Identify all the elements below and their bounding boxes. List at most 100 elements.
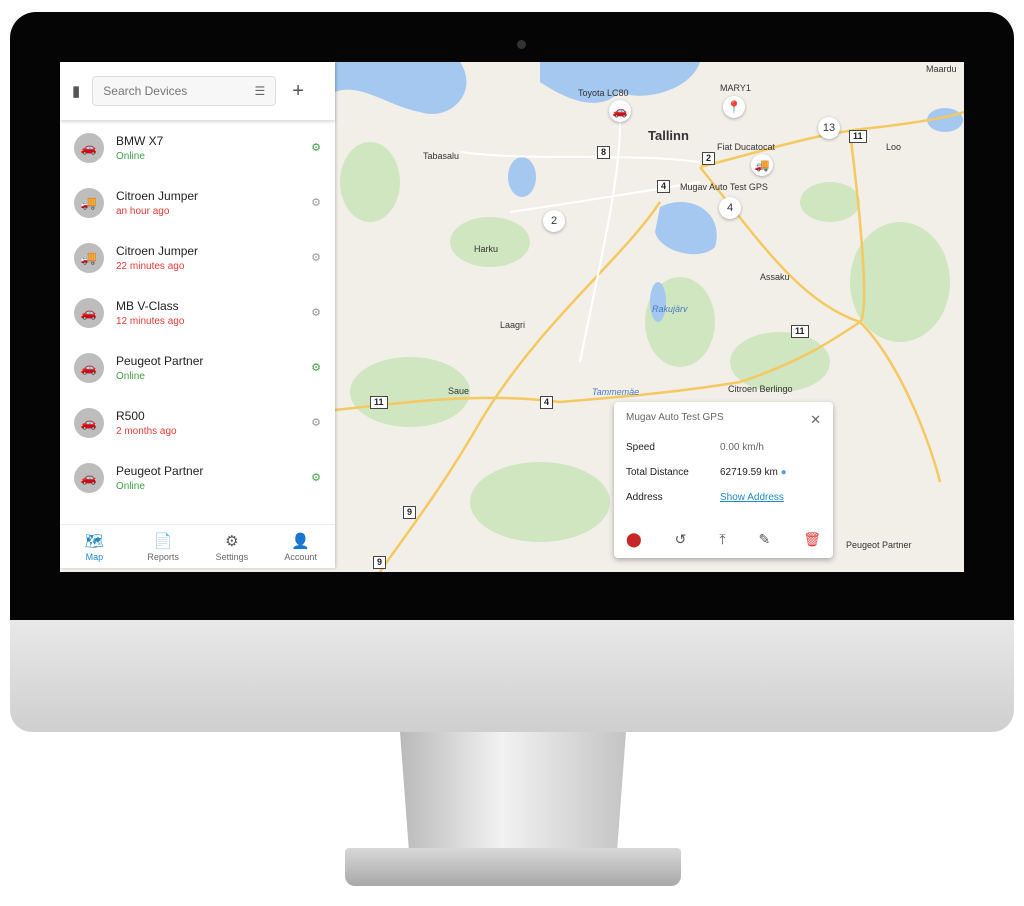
device-list-item[interactable]: 🚚 Citroen Jumper an hour ago ⚙ (60, 175, 335, 230)
place-label: Laagri (500, 320, 526, 330)
bottom-nav: 🗺 Map 📄 Reports ⚙ Settings 👤 Account (60, 524, 335, 568)
more-icon[interactable]: ⬤ (626, 531, 642, 548)
delete-icon[interactable]: 🗑 (803, 531, 821, 548)
road-shield: 4 (540, 396, 554, 409)
device-popup: Mugav Auto Test GPS ✕ Speed 0.00 km/h Tot… (614, 402, 833, 558)
car-icon: 🚗 (74, 352, 104, 383)
car-icon: 🚗 (74, 407, 104, 438)
close-icon[interactable]: ✕ (810, 412, 821, 428)
search-input[interactable] (103, 84, 234, 98)
nav-account[interactable]: 👤 Account (266, 525, 335, 568)
road-shield: 9 (373, 556, 387, 569)
lake-label: Rakujärv (652, 304, 688, 314)
road-shield: 11 (791, 325, 809, 338)
place-label: Loo (886, 142, 902, 152)
cluster-marker[interactable]: 4 (719, 197, 741, 219)
device-status: 22 minutes ago (116, 260, 185, 272)
road-shield: 8 (597, 146, 611, 159)
nav-reports[interactable]: 📄 Reports (129, 525, 198, 568)
show-address-link[interactable]: Show Address (720, 492, 784, 503)
search-box: ☰ (92, 76, 277, 106)
map-icon: 🗺 (84, 532, 104, 550)
road-shield: 9 (403, 506, 417, 519)
device-name: MB V-Class (116, 298, 179, 313)
place-label: Assaku (760, 272, 790, 282)
device-list-item[interactable]: 🚗 Peugeot Partner Online ⚙ (60, 450, 335, 505)
camera (517, 40, 526, 49)
add-device-button[interactable]: + (292, 80, 304, 103)
device-list-item[interactable]: 🚗 BMW X7 Online ⚙ (60, 120, 335, 175)
monitor-foot (345, 848, 681, 886)
speed-value: 0.00 km/h (720, 442, 764, 453)
device-label: Peugeot Partner (846, 540, 912, 550)
device-name: Citroen Jumper (116, 188, 199, 203)
gear-icon: ⚙ (225, 532, 239, 550)
device-list: 🚗 BMW X7 Online ⚙ 🚚 Citroen Jumper an hou… (60, 120, 335, 505)
car-icon: 🚗 (74, 462, 104, 493)
monitor-chin (10, 620, 1014, 732)
popup-title: Mugav Auto Test GPS (626, 412, 724, 423)
device-sidebar: ▮ ☰ + 🚗 BMW X7 Online ⚙🚚 Citroen Jumper … (60, 62, 335, 568)
speed-label: Speed (626, 442, 655, 453)
place-label: Tabasalu (423, 151, 460, 161)
device-list-item[interactable]: 🚚 Citroen Jumper 22 minutes ago ⚙ (60, 230, 335, 285)
device-list-item[interactable]: 🚗 Peugeot Partner Online ⚙ (60, 340, 335, 395)
engine-icon: ⚙ (311, 252, 321, 264)
device-status: Online (116, 150, 145, 162)
cluster-marker[interactable]: 13 (818, 117, 840, 139)
cluster-marker[interactable]: 2 (543, 210, 565, 232)
road-shield: 11 (370, 396, 388, 409)
device-label: MARY1 (720, 83, 751, 93)
device-name: R500 (116, 408, 145, 423)
lake-label: Tammemäe (592, 387, 640, 397)
device-status: 2 months ago (116, 425, 177, 437)
engine-icon: ⚙ (311, 417, 321, 429)
edit-icon[interactable]: ✎ (759, 531, 771, 548)
monitor-stand (400, 732, 626, 852)
pin-marker[interactable]: 📍 (723, 96, 745, 118)
engine-icon: ⚙ (311, 307, 321, 319)
car-icon: 🚗 (74, 297, 104, 328)
engine-icon: ⚙ (311, 142, 321, 154)
road-shield: 2 (702, 152, 716, 165)
place-label: Harku (474, 244, 499, 254)
device-status: Online (116, 480, 145, 492)
nav-settings[interactable]: ⚙ Settings (198, 525, 267, 568)
replay-icon[interactable]: ↺ (675, 531, 687, 548)
device-status: 12 minutes ago (116, 315, 185, 327)
document-icon: 📄 (153, 532, 173, 550)
truck-icon: 🚚 (74, 187, 104, 218)
device-status: an hour ago (116, 205, 170, 217)
address-label: Address (626, 492, 663, 503)
device-label: Toyota LC80 (578, 88, 629, 98)
device-list-item[interactable]: 🚗 R500 2 months ago ⚙ (60, 395, 335, 450)
truck-icon: 🚚 (74, 242, 104, 273)
device-name: BMW X7 (116, 133, 164, 148)
road-shield: 4 (657, 180, 671, 193)
place-label: Maardu (926, 64, 957, 74)
upload-icon[interactable]: ⤒ (719, 531, 725, 548)
place-label: Tallinn (648, 128, 689, 143)
filter-icon[interactable]: ☰ (255, 84, 266, 98)
person-icon: 👤 (291, 532, 310, 550)
device-label: Mugav Auto Test GPS (680, 182, 768, 192)
device-name: Citroen Jumper (116, 243, 199, 258)
car-marker[interactable]: 🚗 (609, 100, 631, 122)
place-label: Saue (448, 386, 470, 396)
truck-marker[interactable]: 🚚 (751, 154, 773, 176)
device-list-item[interactable]: 🚗 MB V-Class 12 minutes ago ⚙ (60, 285, 335, 340)
engine-icon: ⚙ (311, 197, 321, 209)
engine-icon: ⚙ (311, 362, 321, 374)
car-icon: 🚗 (74, 132, 104, 163)
device-label: Fiat Ducatocat (717, 142, 776, 152)
map-toggle-icon[interactable]: ▮ (72, 82, 80, 100)
distance-value: 62719.59 km (720, 467, 778, 478)
app-screen: Tallinn Tabasalu Harku Laagri Saue Assak… (60, 62, 964, 572)
device-label: Citroen Berlingo (728, 384, 793, 394)
info-icon[interactable]: ● (781, 467, 787, 478)
road-shield: 11 (849, 130, 867, 143)
device-name: Peugeot Partner (116, 463, 204, 478)
device-status: Online (116, 370, 145, 382)
nav-map[interactable]: 🗺 Map (60, 525, 129, 568)
distance-label: Total Distance (626, 467, 689, 478)
